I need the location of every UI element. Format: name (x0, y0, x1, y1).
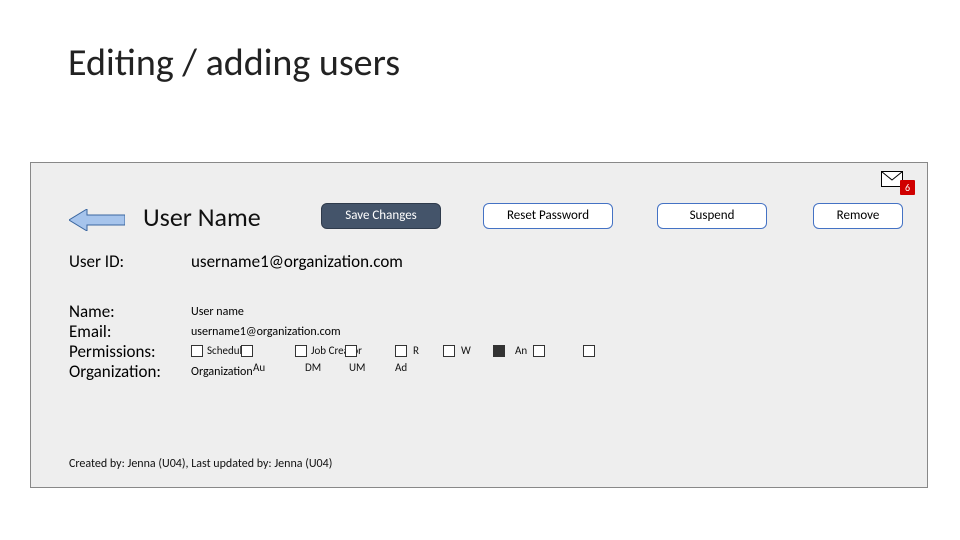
user-name-heading: User Name (143, 201, 261, 233)
inbox-badge: 6 (900, 180, 915, 195)
perm-scheduler-checkbox[interactable] (191, 345, 203, 357)
perm-w-label: W (461, 344, 471, 357)
page-title: Editing / adding users (68, 40, 400, 86)
remove-button[interactable]: Remove (813, 203, 903, 229)
value-email: username1@organization.com (191, 325, 341, 339)
perm-ad-label: Ad (395, 361, 407, 374)
perm-au-label: Au (253, 361, 265, 374)
value-organization: Organization (191, 365, 253, 379)
perm-dm-label: DM (305, 361, 321, 374)
perm-w-checkbox[interactable] (443, 345, 455, 357)
label-permissions: Permissions: (69, 341, 156, 362)
label-name: Name: (69, 301, 115, 322)
value-user-id: username1@organization.com (191, 251, 403, 272)
perm-an-checkbox[interactable] (493, 345, 505, 357)
audit-footer: Created by: Jenna (U04), Last updated by… (69, 457, 332, 471)
value-name: User name (191, 305, 244, 319)
save-changes-button[interactable]: Save Changes (321, 203, 441, 229)
inbox-icon[interactable]: 6 (881, 171, 913, 193)
back-arrow-icon[interactable] (69, 209, 125, 236)
perm-r-checkbox[interactable] (395, 345, 407, 357)
perm-jobcreator-checkbox[interactable] (295, 345, 307, 357)
label-email: Email: (69, 321, 111, 342)
perm-um-label: UM (349, 361, 365, 374)
perm-r-label: R (413, 344, 419, 357)
perm-an-checkbox-2[interactable] (533, 345, 545, 357)
suspend-button[interactable]: Suspend (657, 203, 767, 229)
perm-jobcreator-checkbox-2[interactable] (345, 345, 357, 357)
label-user-id: User ID: (69, 251, 124, 272)
perm-blank-checkbox[interactable] (583, 345, 595, 357)
user-edit-panel: 6 User Name Save Changes Reset Password … (30, 162, 928, 488)
reset-password-button[interactable]: Reset Password (483, 203, 613, 229)
label-organization: Organization: (69, 361, 161, 382)
perm-scheduler-checkbox-2[interactable] (241, 345, 253, 357)
perm-an-label: An (515, 344, 527, 357)
